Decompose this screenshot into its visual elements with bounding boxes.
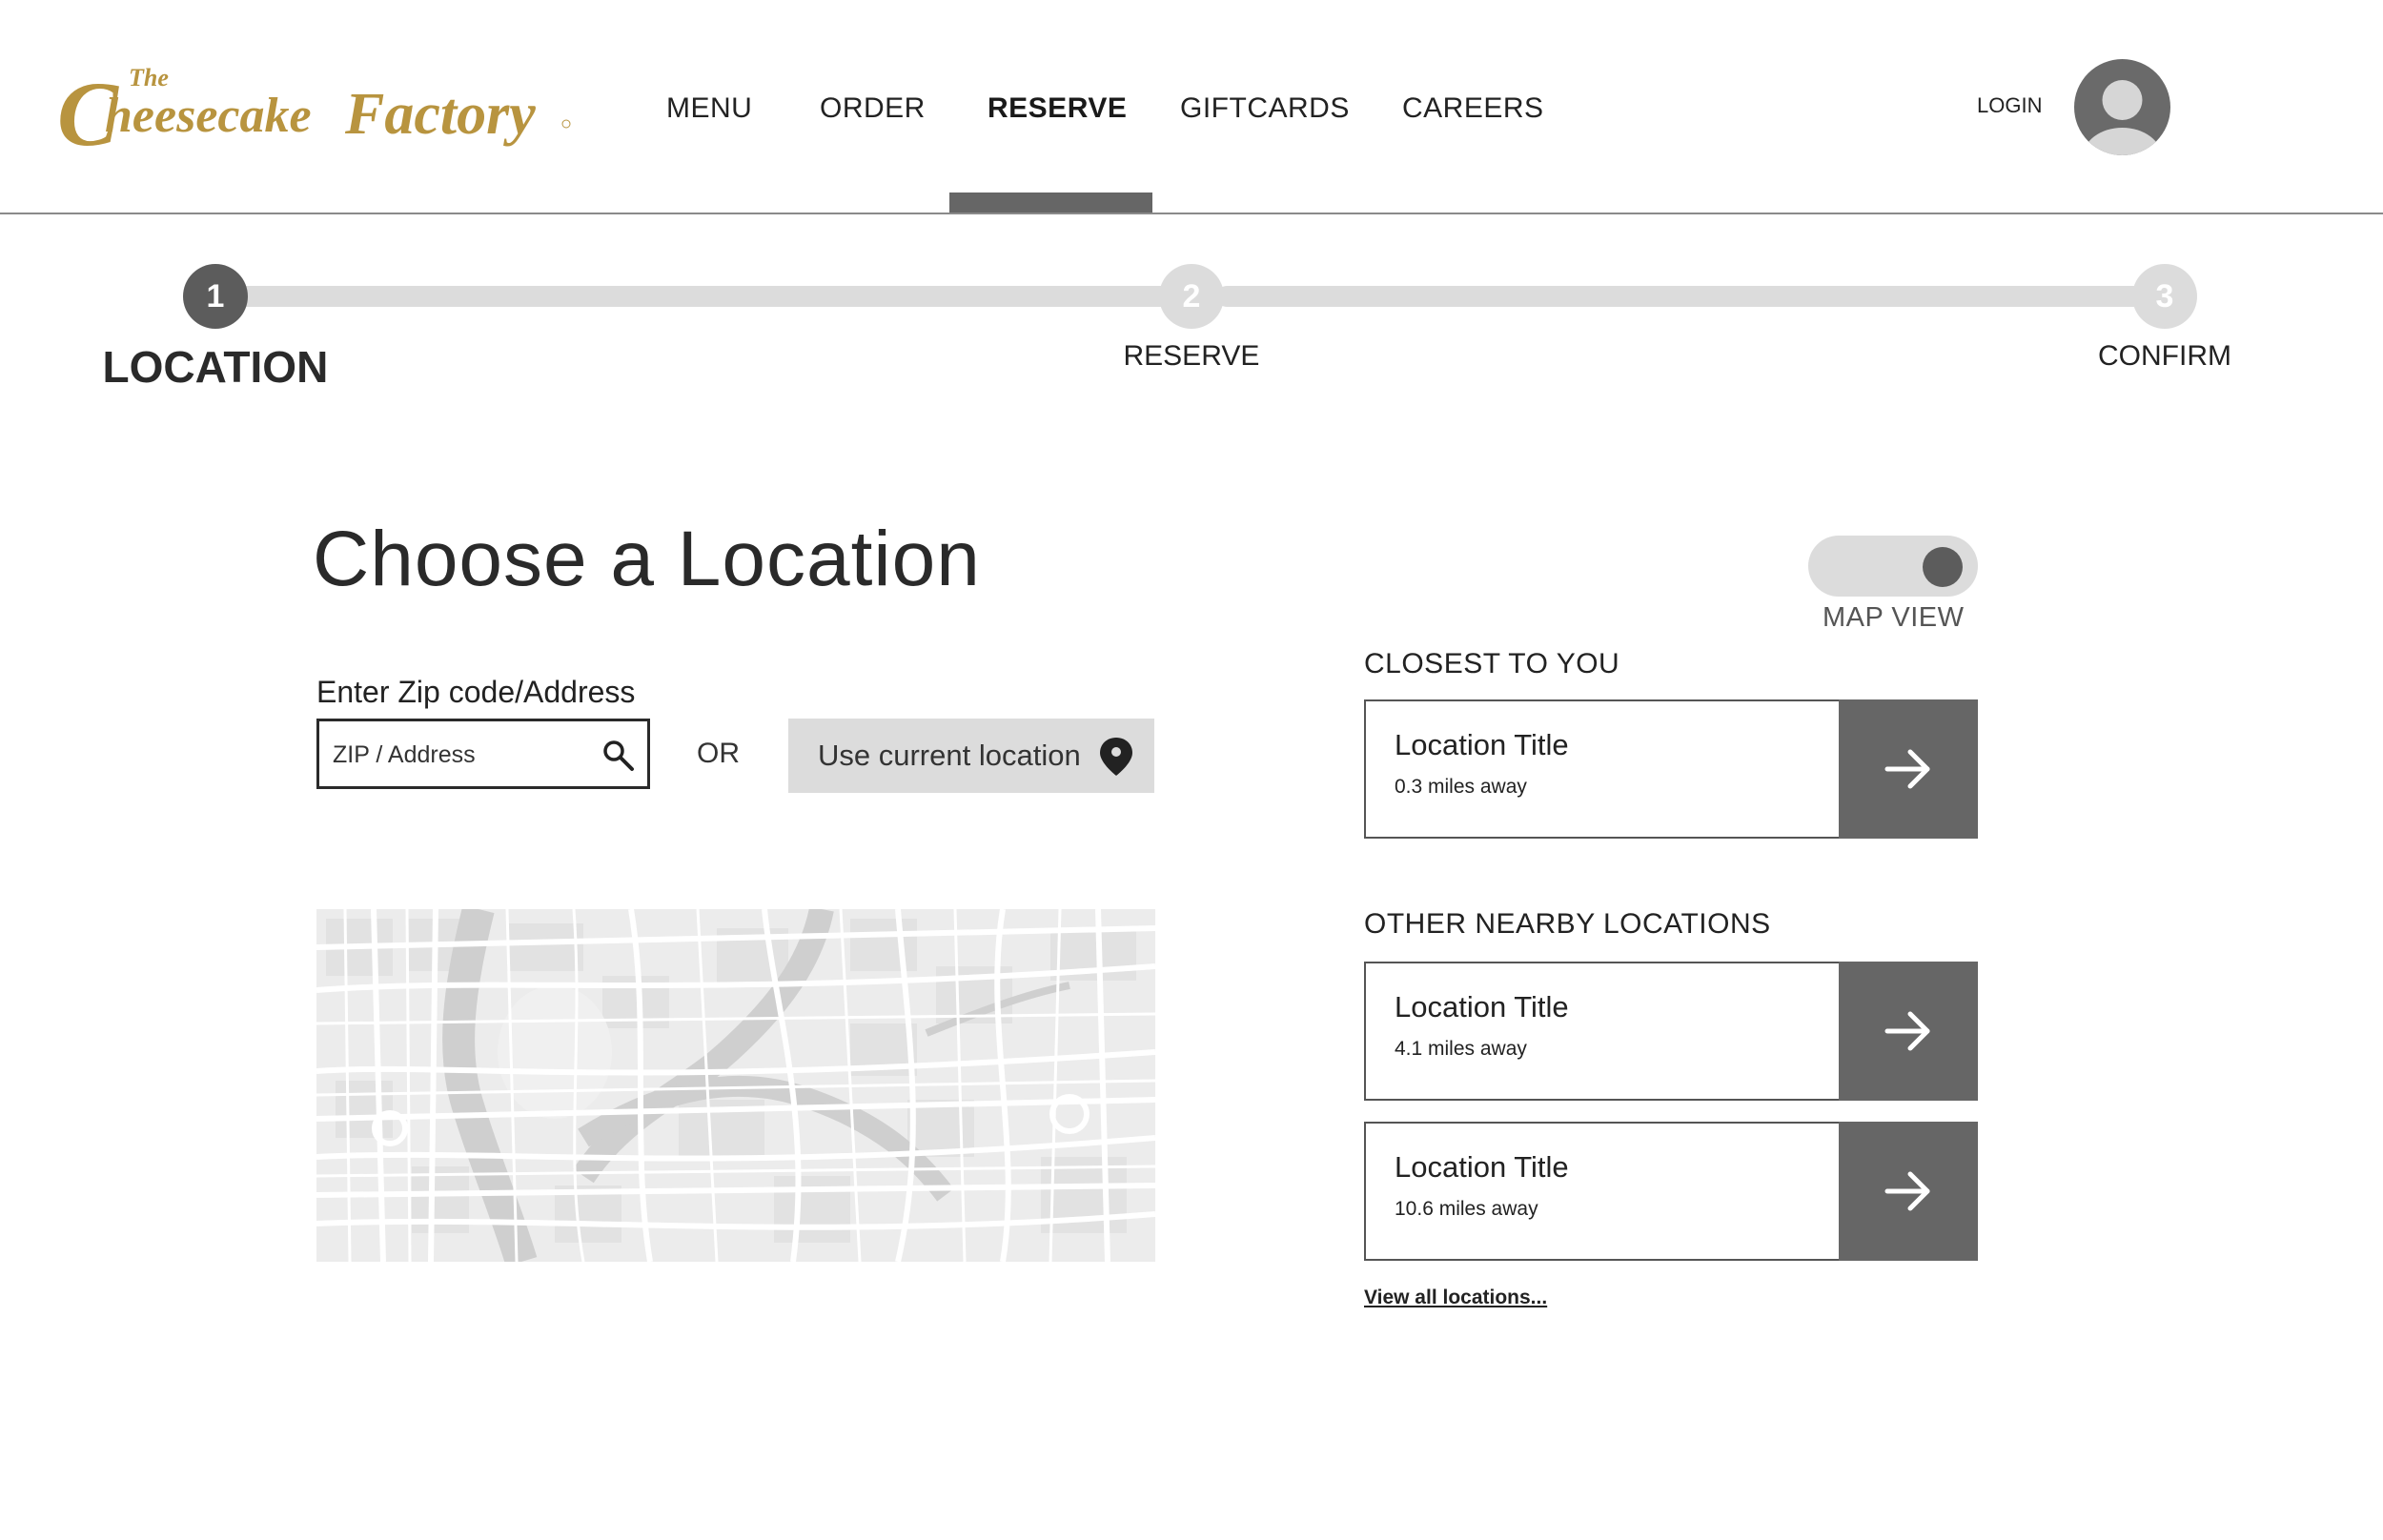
page-title: Choose a Location xyxy=(313,516,981,602)
map-view-toggle[interactable] xyxy=(1808,536,1978,597)
zip-address-field[interactable] xyxy=(316,719,650,789)
arrow-right-icon xyxy=(1884,1011,1930,1051)
location-pin-icon xyxy=(1100,738,1132,776)
site-header: The C heesecake Factory MENU ORDER RESER… xyxy=(0,0,2383,214)
nav-reserve[interactable]: RESERVE xyxy=(988,88,1127,130)
nav-order[interactable]: ORDER xyxy=(820,88,926,130)
search-icon[interactable] xyxy=(601,739,636,773)
location-card-nearby-2[interactable]: Location Title 10.6 miles away xyxy=(1364,1122,1978,1261)
user-avatar-icon[interactable] xyxy=(2074,59,2170,155)
svg-text:The: The xyxy=(129,64,169,91)
toggle-knob xyxy=(1923,547,1963,587)
location-card-closest[interactable]: Location Title 0.3 miles away xyxy=(1364,699,1978,839)
zip-input-label: Enter Zip code/Address xyxy=(316,675,636,709)
location-map[interactable] xyxy=(316,909,1155,1262)
map-view-label: MAP VIEW xyxy=(1823,602,1965,633)
nav-giftcards[interactable]: GIFTCARDS xyxy=(1180,88,1350,130)
nav-menu[interactable]: MENU xyxy=(666,88,752,130)
zip-address-input[interactable] xyxy=(331,731,592,779)
step-1-label: LOCATION xyxy=(102,342,329,392)
step-track-2 xyxy=(1216,286,2177,307)
use-current-location-button[interactable]: Use current location xyxy=(788,719,1154,793)
or-separator: OR xyxy=(697,738,740,769)
login-link[interactable]: LOGIN xyxy=(1977,93,2042,118)
cheesecake-factory-logo[interactable]: The C heesecake Factory xyxy=(57,57,572,162)
nav-careers[interactable]: CAREERS xyxy=(1402,88,1544,130)
step-1-circle[interactable]: 1 xyxy=(183,264,248,329)
step-track-1 xyxy=(215,286,1226,307)
step-3-circle[interactable]: 3 xyxy=(2132,264,2197,329)
step-3-label: CONFIRM xyxy=(2098,340,2231,372)
arrow-right-icon xyxy=(1884,1171,1930,1211)
location-title: Location Title xyxy=(1395,1150,1569,1184)
header-divider xyxy=(0,213,2383,214)
location-title: Location Title xyxy=(1395,990,1569,1023)
avatar-silhouette xyxy=(2082,80,2163,155)
nav-active-indicator xyxy=(949,192,1152,213)
arrow-right-icon xyxy=(1884,749,1930,789)
nearby-heading: OTHER NEARBY LOCATIONS xyxy=(1364,908,1771,940)
map-illustration xyxy=(316,909,1155,1262)
location-title: Location Title xyxy=(1395,728,1569,761)
location-distance: 10.6 miles away xyxy=(1395,1198,1538,1220)
select-location-button[interactable] xyxy=(1839,962,1978,1101)
select-location-button[interactable] xyxy=(1839,699,1978,839)
view-all-locations-link[interactable]: View all locations... xyxy=(1364,1287,1547,1309)
location-card-nearby-1[interactable]: Location Title 4.1 miles away xyxy=(1364,962,1978,1101)
logo-wordmark: The C heesecake Factory xyxy=(57,63,571,162)
step-2-circle[interactable]: 2 xyxy=(1159,264,1224,329)
svg-text:Factory: Factory xyxy=(344,82,536,147)
closest-heading: CLOSEST TO YOU xyxy=(1364,648,1620,679)
select-location-button[interactable] xyxy=(1839,1122,1978,1261)
svg-text:heesecake: heesecake xyxy=(105,89,312,143)
use-location-label: Use current location xyxy=(818,739,1081,772)
location-distance: 4.1 miles away xyxy=(1395,1038,1527,1060)
step-2-label: RESERVE xyxy=(1123,340,1260,372)
location-distance: 0.3 miles away xyxy=(1395,776,1527,798)
